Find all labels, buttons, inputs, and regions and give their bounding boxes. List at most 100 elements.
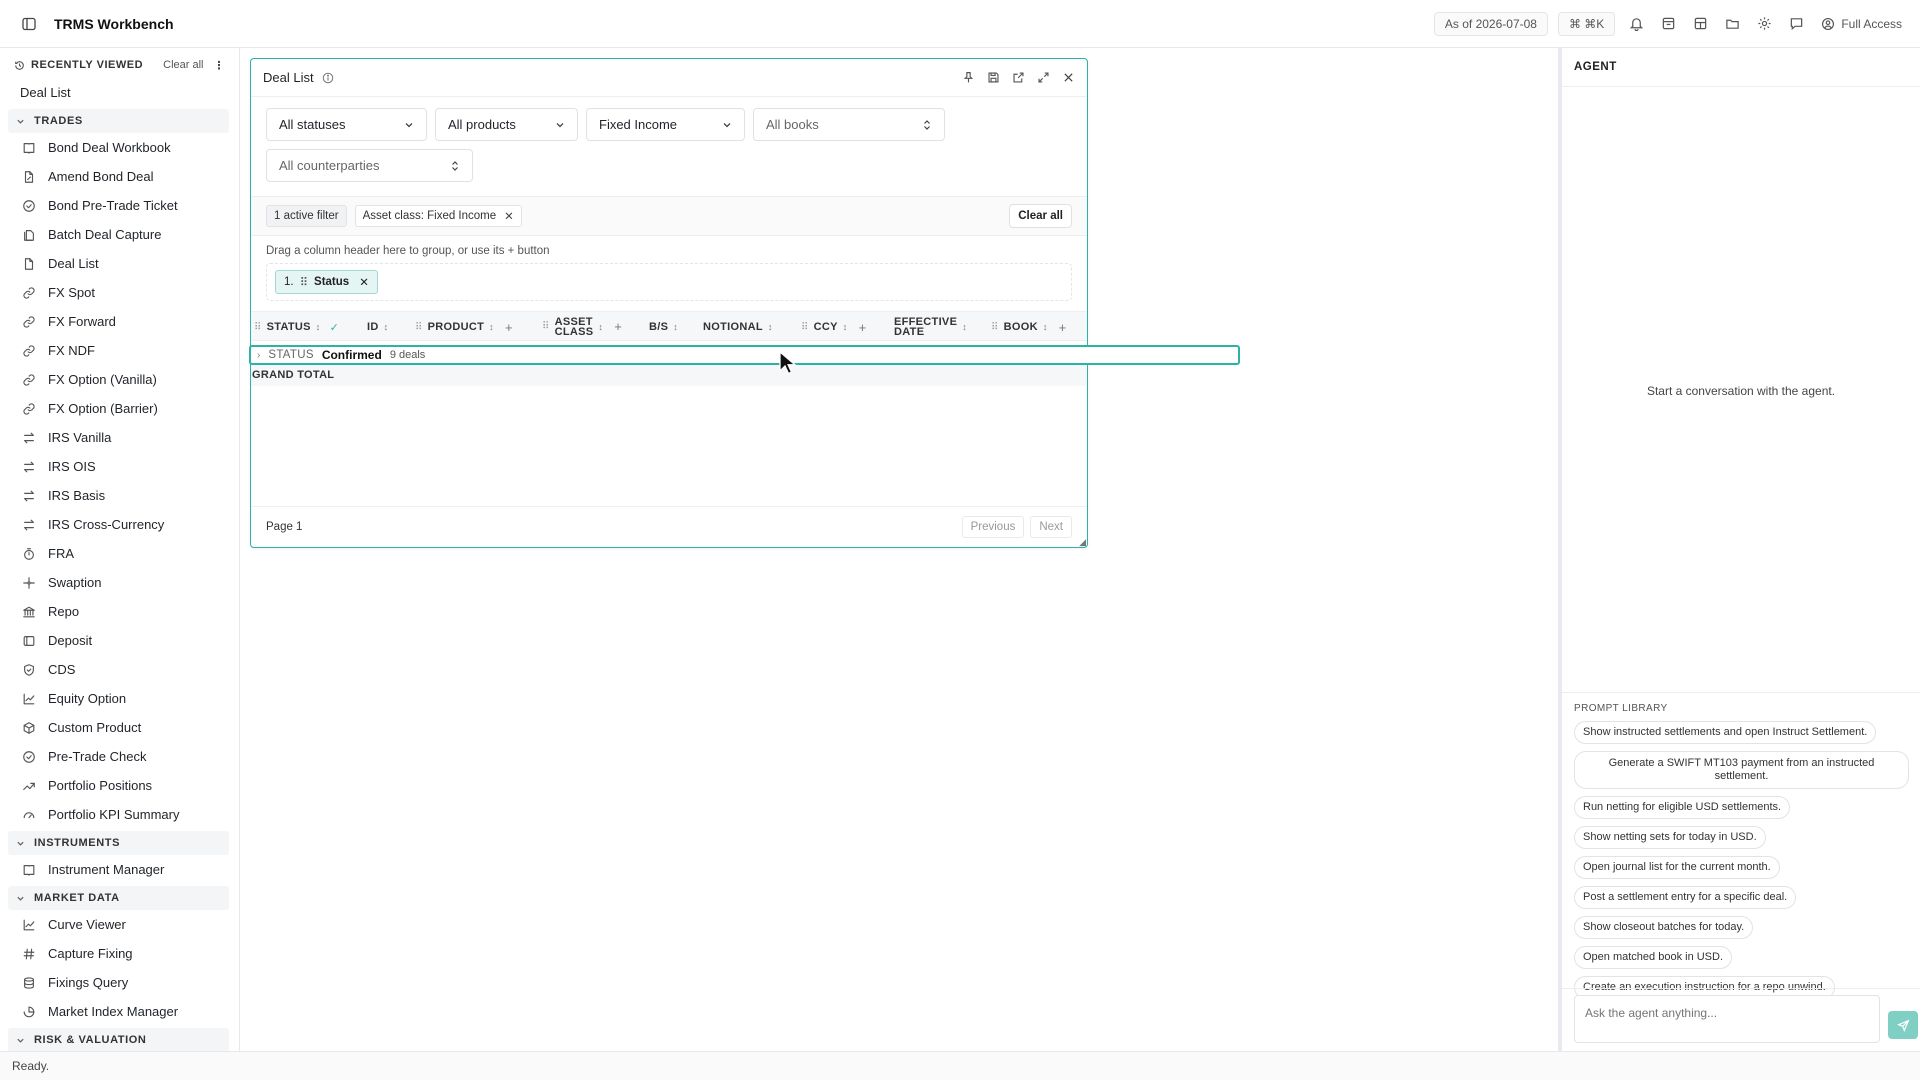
sidebar-section-header[interactable]: TRADES — [8, 109, 229, 133]
chat-icon[interactable] — [1785, 13, 1807, 35]
sidebar-item[interactable]: Pre-Trade Check — [0, 742, 239, 771]
add-group-icon[interactable]: + — [505, 320, 513, 335]
as-of-date[interactable]: As of 2026-07-08 — [1433, 11, 1548, 36]
drag-handle-icon[interactable]: ⠿ — [254, 322, 262, 333]
send-icon[interactable] — [1888, 1011, 1918, 1039]
drag-handle-icon[interactable]: ⠿ — [415, 322, 423, 333]
prompt-chip[interactable]: Show instructed settlements and open Ins… — [1574, 721, 1877, 744]
sidebar-item[interactable]: FRA — [0, 539, 239, 568]
sidebar-item[interactable]: Curve Viewer — [0, 910, 239, 939]
sidebar-item[interactable]: Deal List — [0, 249, 239, 278]
gear-icon[interactable] — [1753, 13, 1775, 35]
drag-handle-icon[interactable]: ⠿ — [991, 322, 999, 333]
info-icon[interactable] — [322, 72, 334, 84]
sort-icon[interactable]: ↕ — [768, 322, 773, 332]
sidebar-item[interactable]: FX NDF — [0, 336, 239, 365]
group-drop-zone[interactable]: 1. ⠿ Status ✕ — [266, 263, 1072, 301]
group-row[interactable]: › STATUS Confirmed 9 deals — [249, 345, 1240, 365]
counterparty-filter-select[interactable]: All counterparties — [266, 149, 473, 182]
layout-icon[interactable] — [1689, 13, 1711, 35]
sort-icon[interactable]: ↕ — [489, 322, 494, 332]
sidebar-toggle-icon[interactable] — [18, 13, 40, 35]
sidebar-item[interactable]: Instrument Manager — [0, 855, 239, 884]
drag-handle-icon[interactable]: ⠿ — [542, 322, 550, 332]
sort-icon[interactable]: ↕ — [598, 322, 603, 332]
clear-recent-button[interactable]: Clear all — [163, 59, 203, 71]
sort-icon[interactable]: ↕ — [1043, 322, 1048, 332]
prompt-chip[interactable]: Show closeout batches for today. — [1574, 916, 1754, 939]
column-header-effective-date[interactable]: EFFECTIVE DATE ↕ — [894, 312, 967, 342]
sidebar-item[interactable]: IRS OIS — [0, 452, 239, 481]
sidebar-item[interactable]: Fixings Query — [0, 968, 239, 997]
group-chip-status[interactable]: 1. ⠿ Status ✕ — [275, 270, 378, 294]
sidebar-item[interactable]: Market Index Manager — [0, 997, 239, 1026]
sidebar-item[interactable]: Repo — [0, 597, 239, 626]
sidebar-item[interactable]: Portfolio Positions — [0, 771, 239, 800]
column-header-bs[interactable]: B/S ↕ — [649, 312, 678, 342]
folder-icon[interactable] — [1721, 13, 1743, 35]
sidebar-item[interactable]: Custom Product — [0, 713, 239, 742]
column-header-id[interactable]: ID ↕ — [367, 312, 388, 342]
more-vertical-icon[interactable]: ⋮ — [214, 59, 226, 72]
sidebar-item[interactable]: FX Option (Vanilla) — [0, 365, 239, 394]
prompt-chip[interactable]: Generate a SWIFT MT103 payment from an i… — [1574, 751, 1909, 789]
sort-icon[interactable]: ↕ — [316, 322, 321, 332]
close-icon[interactable] — [1062, 71, 1075, 84]
sidebar-item[interactable]: Capture Fixing — [0, 939, 239, 968]
column-header-book[interactable]: ⠿ BOOK ↕ + — [991, 312, 1067, 342]
archive-icon[interactable] — [1657, 13, 1679, 35]
column-header-product[interactable]: ⠿ PRODUCT ↕ + — [415, 312, 513, 342]
pin-icon[interactable] — [962, 71, 975, 84]
product-filter-select[interactable]: All products — [435, 108, 578, 141]
sidebar-item[interactable]: IRS Vanilla — [0, 423, 239, 452]
external-link-icon[interactable] — [1012, 71, 1025, 84]
previous-page-button[interactable]: Previous — [961, 516, 1025, 538]
column-header-notional[interactable]: NOTIONAL ↕ — [703, 312, 773, 342]
add-group-icon[interactable]: + — [1059, 320, 1067, 335]
add-group-icon[interactable]: + — [859, 320, 867, 335]
resize-handle-icon[interactable]: ◢ — [1079, 538, 1086, 547]
status-filter-select[interactable]: All statuses — [266, 108, 427, 141]
sidebar-item[interactable]: Equity Option — [0, 684, 239, 713]
agent-input[interactable] — [1574, 995, 1880, 1043]
column-header-status[interactable]: ⠿ STATUS ↕ ✓ — [254, 312, 339, 342]
sort-icon[interactable]: ↕ — [962, 322, 967, 332]
sidebar-section-header[interactable]: MARKET DATA — [8, 886, 229, 910]
sidebar-item[interactable]: Bond Pre-Trade Ticket — [0, 191, 239, 220]
command-palette-shortcut[interactable]: ⌘ ⌘K — [1557, 11, 1616, 36]
sidebar-item[interactable]: CDS — [0, 655, 239, 684]
sidebar-section-header[interactable]: INSTRUMENTS — [8, 831, 229, 855]
sidebar-item[interactable]: Batch Deal Capture — [0, 220, 239, 249]
sidebar-item[interactable]: IRS Basis — [0, 481, 239, 510]
column-header-asset-class[interactable]: ⠿ ASSET CLASS ↕ + — [542, 312, 622, 342]
sidebar-item[interactable]: IRS Cross-Currency — [0, 510, 239, 539]
sidebar-item[interactable]: Amend Bond Deal — [0, 162, 239, 191]
remove-filter-icon[interactable]: ✕ — [504, 209, 514, 223]
add-group-icon[interactable]: + — [614, 320, 622, 333]
sort-icon[interactable]: ↕ — [673, 322, 678, 332]
maximize-icon[interactable] — [1037, 71, 1050, 84]
prompt-chip[interactable]: Open matched book in USD. — [1574, 946, 1733, 969]
prompt-chip[interactable]: Post a settlement entry for a specific d… — [1574, 886, 1797, 909]
drag-handle-icon[interactable]: ⠿ — [300, 275, 308, 289]
asset-class-filter-select[interactable]: Fixed Income — [586, 108, 745, 141]
drag-handle-icon[interactable]: ⠿ — [801, 322, 809, 333]
sort-icon[interactable]: ↕ — [843, 322, 848, 332]
sort-icon[interactable]: ↕ — [384, 322, 389, 332]
book-filter-select[interactable]: All books — [753, 108, 945, 141]
chevron-right-icon[interactable]: › — [257, 350, 260, 361]
sidebar-item[interactable]: FX Option (Barrier) — [0, 394, 239, 423]
recent-item[interactable]: Deal List — [0, 77, 239, 107]
clear-all-filters-button[interactable]: Clear all — [1009, 204, 1072, 228]
sidebar-item[interactable]: Portfolio KPI Summary — [0, 800, 239, 829]
sidebar-item[interactable]: Swaption — [0, 568, 239, 597]
remove-group-icon[interactable]: ✕ — [359, 275, 369, 289]
save-icon[interactable] — [987, 71, 1000, 84]
sidebar-item[interactable]: Deposit — [0, 626, 239, 655]
sidebar-item[interactable]: FX Spot — [0, 278, 239, 307]
sidebar-section-header[interactable]: RISK & VALUATION — [8, 1028, 229, 1051]
column-header-ccy[interactable]: ⠿ CCY ↕ + — [801, 312, 866, 342]
next-page-button[interactable]: Next — [1030, 516, 1072, 538]
sidebar-item[interactable]: Bond Deal Workbook — [0, 133, 239, 162]
sidebar-item[interactable]: FX Forward — [0, 307, 239, 336]
